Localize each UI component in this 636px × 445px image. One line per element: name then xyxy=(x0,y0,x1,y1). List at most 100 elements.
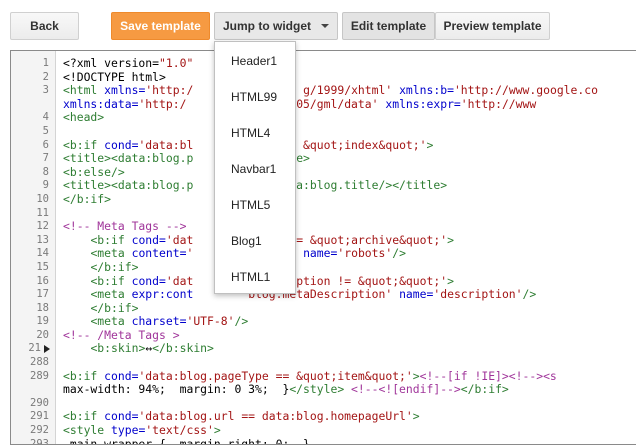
line-text: <head> xyxy=(63,111,104,125)
code-token: /> xyxy=(522,287,537,302)
line-text: <b:if cond='data:blog.pageType == &quot;… xyxy=(63,369,557,384)
code-token: /> xyxy=(392,246,406,261)
line-text: <b:skin>↔</b:skin> xyxy=(63,341,214,356)
line-number: 18 xyxy=(36,301,49,314)
jump-menu-item[interactable]: HTML4 xyxy=(231,126,270,140)
save-template-button[interactable]: Save template xyxy=(111,12,210,40)
line-number: 10 xyxy=(36,192,49,205)
code-line: 12 <!-- Meta Tags --> xyxy=(11,219,636,234)
line-number: 20 xyxy=(36,328,49,341)
line-text: </b:if> xyxy=(63,192,111,207)
code-token: <data:blog.p xyxy=(111,151,194,166)
code-token: 'UTF-8' xyxy=(186,314,235,329)
line-number: 9 xyxy=(42,179,49,192)
jump-menu-item[interactable]: Header1 xyxy=(231,54,277,68)
code-line: 21 <b:skin>↔</b:skin> xyxy=(11,342,636,356)
code-token: xmlns= xyxy=(104,83,146,98)
code-line: 10 </b:if> xyxy=(11,192,636,207)
line-number: 1 xyxy=(42,57,49,69)
code-line: 11 xyxy=(11,207,636,221)
line-text: <!DOCTYPE html> xyxy=(63,69,166,85)
code-line: 14 <meta content=' archive' name='robots… xyxy=(11,247,636,261)
line-number: 15 xyxy=(36,260,49,273)
line-number: 11 xyxy=(36,206,49,219)
line-number: 17 xyxy=(36,288,49,301)
code-line: 2 <!DOCTYPE html> xyxy=(11,69,636,85)
code-token: </style> xyxy=(289,382,345,397)
code-token: > xyxy=(426,137,434,152)
code-line: 289 <b:if cond='data:blog.pageType == &qu… xyxy=(11,369,636,384)
code-token: <!--<![endif]--> xyxy=(351,382,461,397)
jump-menu-item[interactable]: Blog1 xyxy=(231,234,262,248)
code-token: 'http:/ xyxy=(145,83,194,98)
jump-menu-item[interactable]: HTML5 xyxy=(231,198,270,212)
code-token: <b:if xyxy=(63,409,105,424)
code-token: /> xyxy=(234,314,249,329)
code-token: <!DOCTYPE html> xyxy=(63,69,166,84)
code-line: 6 <b:if cond='data:bl e == &quot;index&qu… xyxy=(11,137,636,153)
code-token: </b:skin> xyxy=(152,341,214,356)
code-token: <meta xyxy=(90,246,132,261)
line-text: <!-- Meta Tags --> xyxy=(63,219,187,234)
code-line: 291 <b:if cond='data:blog.url == data:blo… xyxy=(11,410,636,424)
code-token: content= xyxy=(131,246,187,261)
code-token: </title> xyxy=(392,178,448,193)
code-token: <b:skin> xyxy=(90,341,146,356)
code-token: 'data:blog.url == data:blog.homepageUrl' xyxy=(138,409,413,424)
jump-menu-item[interactable]: HTML1 xyxy=(231,270,270,284)
code-token: 'http://www xyxy=(460,96,537,111)
code-line: 5 xyxy=(11,125,636,139)
edit-template-button[interactable]: Edit template xyxy=(342,12,435,40)
line-text: max-width: 94%; margin: 0 3%; }</style> … xyxy=(63,382,509,397)
line-number: 13 xyxy=(36,233,49,246)
code-editor[interactable]: 1<?xml version="1.0" "UTF-8" ?>2<!DOCTYP… xyxy=(10,50,636,445)
code-token: 'text/css' xyxy=(145,423,214,438)
jump-to-widget-menu: Header1 HTML99 HTML4 Navbar1 HTML5 Blog1 HTML1 xyxy=(214,41,296,294)
jump-to-widget-button[interactable]: Jump to widget xyxy=(214,12,338,40)
jump-menu-item[interactable]: Navbar1 xyxy=(231,162,276,176)
line-text: <b:else/> xyxy=(63,165,125,180)
code-line: 13 <b:if cond='dat eType == &quot;archiv… xyxy=(11,232,636,248)
line-number: 289 xyxy=(30,369,49,382)
code-token: > xyxy=(447,273,454,288)
code-line: 288 xyxy=(11,356,636,370)
jump-menu-item[interactable]: HTML99 xyxy=(231,90,277,104)
preview-template-button[interactable]: Preview template xyxy=(435,12,550,40)
code-line: 292 <style type='text/css'> xyxy=(11,423,636,438)
line-number: 3 xyxy=(42,84,49,97)
line-number: 291 xyxy=(30,410,49,423)
code-token: <!-- Meta Tags --> xyxy=(63,219,187,234)
code-lines: 1<?xml version="1.0" "UTF-8" ?>2<!DOCTYP… xyxy=(11,56,636,444)
code-token: <b:if xyxy=(90,232,132,247)
code-token: > xyxy=(412,409,420,424)
code-line: 7<title><data:blog.p </title> xyxy=(11,151,636,166)
code-line: 3 <html xmlns='http:/ g/1999/xhtml' xmlns… xyxy=(11,83,636,98)
line-text: <!-- /Meta Tags > xyxy=(63,327,180,343)
code-token: </b:if> xyxy=(90,300,139,315)
line-number: 288 xyxy=(30,356,49,369)
fold-arrow-icon[interactable] xyxy=(44,345,50,354)
line-number: 16 xyxy=(36,274,49,287)
line-number: 5 xyxy=(42,124,49,137)
code-token: xmlns:b= xyxy=(399,83,454,98)
line-text: </b:if> xyxy=(63,300,139,316)
code-token: 'dat xyxy=(165,273,194,288)
code-token: <b:if xyxy=(63,137,105,152)
code-token: <?xml version= xyxy=(63,56,160,70)
code-line: 8 <b:else/> xyxy=(11,165,636,180)
back-button[interactable]: Back xyxy=(10,12,79,40)
line-number: 12 xyxy=(36,220,49,233)
code-token: <title> xyxy=(63,178,112,193)
code-token: <head> xyxy=(63,110,105,125)
code-line: 18 </b:if> xyxy=(11,300,636,316)
code-token: name= xyxy=(303,246,338,261)
code-line: 9<title><data:blog.p ~ <data:blog.title/… xyxy=(11,179,636,193)
jump-to-widget-label: Jump to widget xyxy=(223,19,311,33)
code-token: <!-- /Meta Tags > xyxy=(63,327,180,342)
code-token: cond= xyxy=(104,409,139,424)
line-text: xmlns:data='http:/ .com/2005/gml/data' x… xyxy=(63,96,537,112)
